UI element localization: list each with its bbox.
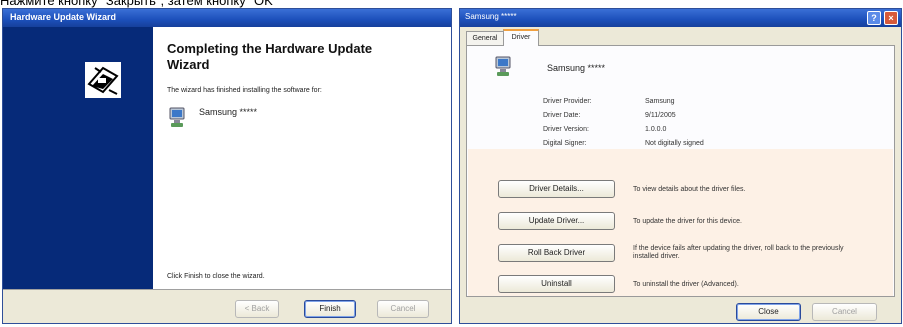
- uninstall-button[interactable]: Uninstall: [498, 275, 615, 293]
- driver-provider-value: Samsung: [645, 98, 675, 105]
- wizard-sidebar: [3, 27, 153, 289]
- back-button[interactable]: < Back: [235, 300, 279, 318]
- hardware-update-wizard-window: Hardware Update Wizard Completing the Ha…: [2, 8, 452, 324]
- monitor-device-icon: [169, 107, 185, 127]
- driver-provider-label: Driver Provider:: [543, 98, 592, 105]
- wizard-title: Hardware Update Wizard: [10, 12, 116, 22]
- close-button[interactable]: Close: [736, 303, 801, 321]
- wizard-finish-text: Click Finish to close the wizard.: [167, 273, 265, 280]
- uninstall-description: To uninstall the driver (Advanced).: [633, 281, 739, 288]
- driver-version-value: 1.0.0.0: [645, 126, 667, 133]
- close-icon[interactable]: ×: [884, 11, 898, 25]
- monitor-device-icon: [495, 56, 511, 76]
- finish-button[interactable]: Finish: [304, 300, 356, 318]
- tab-general[interactable]: General: [466, 31, 504, 45]
- roll-back-driver-button[interactable]: Roll Back Driver: [498, 244, 615, 262]
- hardware-wizard-icon: [85, 62, 121, 98]
- wizard-device-name: Samsung *****: [199, 107, 258, 117]
- roll-back-driver-description: If the device fails after updating the d…: [633, 245, 844, 260]
- properties-titlebar[interactable]: Samsung ***** ? ×: [460, 9, 901, 27]
- driver-date-value: 9/11/2005: [645, 112, 676, 119]
- update-driver-description: To update the driver for this device.: [633, 218, 742, 225]
- tab-driver[interactable]: Driver: [503, 29, 539, 46]
- wizard-separator: [3, 289, 451, 290]
- update-driver-button[interactable]: Update Driver...: [498, 212, 615, 230]
- driver-tab-panel: Samsung ***** Driver Provider: Samsung D…: [466, 45, 895, 297]
- wizard-heading: Completing the Hardware Update Wizard: [167, 41, 373, 72]
- properties-cancel-button[interactable]: Cancel: [812, 303, 877, 321]
- driver-version-label: Driver Version:: [543, 126, 589, 133]
- digital-signer-value: Not digitally signed: [645, 140, 704, 147]
- digital-signer-label: Digital Signer:: [543, 140, 587, 147]
- instruction-caption: Нажмите кнопку "Закрыть", затем кнопку "…: [0, 0, 278, 8]
- wizard-body-text: The wizard has finished installing the s…: [167, 87, 322, 94]
- properties-title: Samsung *****: [465, 12, 517, 21]
- wizard-titlebar[interactable]: Hardware Update Wizard: [3, 9, 451, 27]
- properties-device-name: Samsung *****: [547, 63, 606, 73]
- driver-details-description: To view details about the driver files.: [633, 186, 746, 193]
- driver-date-label: Driver Date:: [543, 112, 581, 119]
- driver-details-button[interactable]: Driver Details...: [498, 180, 615, 198]
- wizard-cancel-button[interactable]: Cancel: [377, 300, 429, 318]
- help-icon[interactable]: ?: [867, 11, 881, 25]
- wizard-content: Completing the Hardware Update Wizard Th…: [153, 27, 451, 289]
- device-properties-window: Samsung ***** ? × General Driver Samsung…: [459, 8, 902, 324]
